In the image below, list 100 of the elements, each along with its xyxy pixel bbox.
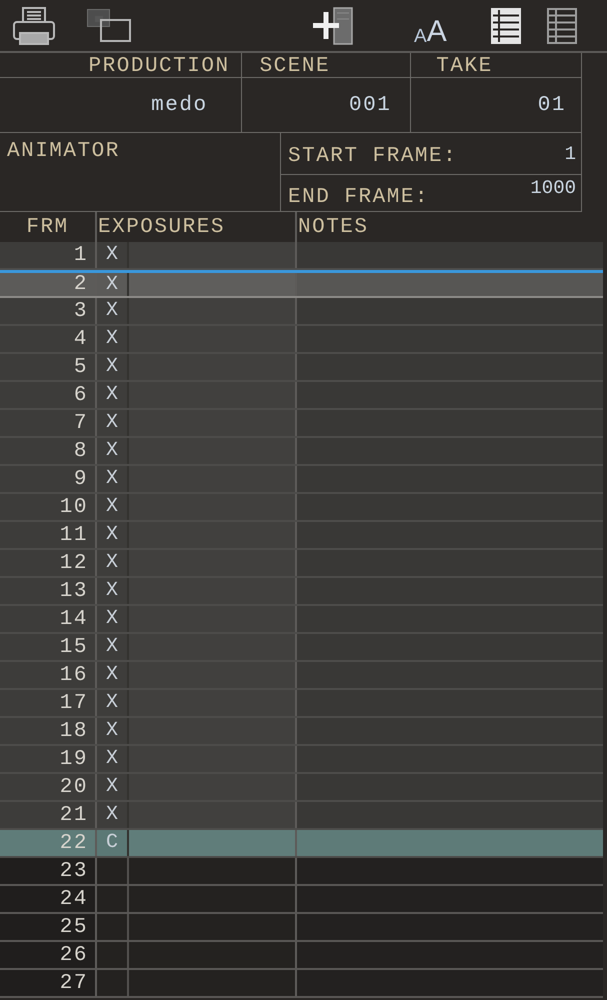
exposure-cell[interactable] — [129, 298, 295, 324]
exposure-mark[interactable]: X — [97, 298, 129, 324]
notes-cell[interactable] — [295, 746, 603, 772]
notes-cell[interactable] — [295, 438, 603, 464]
exposure-mark[interactable]: X — [97, 802, 129, 828]
exposure-cell[interactable] — [129, 522, 295, 548]
exposure-cell[interactable] — [129, 746, 295, 772]
exposure-cell[interactable] — [129, 410, 295, 436]
notes-cell[interactable] — [295, 886, 603, 912]
exposure-mark[interactable]: X — [97, 438, 129, 464]
exposure-cell[interactable] — [97, 970, 129, 996]
exposure-cell[interactable] — [129, 550, 295, 576]
sheet-row[interactable]: 23 — [0, 858, 603, 886]
notes-cell[interactable] — [295, 634, 603, 660]
sheet-row[interactable]: 16 X — [0, 662, 603, 690]
exposure-cell[interactable] — [129, 438, 295, 464]
sheet-row[interactable]: 17 X — [0, 690, 603, 718]
exposure-mark[interactable]: X — [97, 326, 129, 352]
notes-cell[interactable] — [295, 606, 603, 632]
exposure-mark[interactable]: X — [97, 690, 129, 716]
sheet-row[interactable]: 11 X — [0, 522, 603, 550]
notes-cell[interactable] — [295, 802, 603, 828]
sheet-row[interactable]: 26 — [0, 942, 603, 970]
exposure-cell[interactable] — [129, 858, 295, 884]
exposure-cell[interactable] — [97, 886, 129, 912]
exposure-cell[interactable] — [129, 578, 295, 604]
sheet-row[interactable]: 7 X — [0, 410, 603, 438]
exposure-cell[interactable] — [129, 354, 295, 380]
exposure-mark[interactable]: X — [97, 578, 129, 604]
exposure-cell[interactable] — [129, 830, 295, 856]
exposure-cell[interactable] — [129, 970, 295, 996]
exposure-cell[interactable] — [129, 466, 295, 492]
sheet-row[interactable]: 8 X — [0, 438, 603, 466]
notes-cell[interactable] — [295, 718, 603, 744]
notes-cell[interactable] — [295, 774, 603, 800]
sheet-row[interactable]: 3 X — [0, 298, 603, 326]
exposure-cell[interactable] — [129, 382, 295, 408]
exposure-mark[interactable]: X — [97, 382, 129, 408]
sheet-row[interactable]: 6 X — [0, 382, 603, 410]
text-size-button[interactable]: AA — [414, 10, 447, 46]
exposure-cell[interactable] — [129, 886, 295, 912]
exposure-mark[interactable]: X — [97, 410, 129, 436]
sheet-row[interactable]: 15 X — [0, 634, 603, 662]
add-column-button[interactable] — [313, 6, 353, 44]
exposure-cell[interactable] — [129, 242, 295, 268]
exposure-mark[interactable]: X — [97, 242, 129, 268]
exposure-cell[interactable] — [129, 634, 295, 660]
exposure-cell[interactable] — [97, 914, 129, 940]
notes-cell[interactable] — [295, 354, 603, 380]
print-button[interactable] — [13, 6, 55, 44]
sheet-row[interactable]: 1 X — [0, 242, 603, 270]
notes-cell[interactable] — [295, 942, 603, 968]
notes-cell[interactable] — [295, 242, 603, 268]
notes-cell[interactable] — [295, 326, 603, 352]
exposure-mark[interactable]: X — [97, 718, 129, 744]
exposure-cell[interactable] — [129, 802, 295, 828]
exposure-cell[interactable] — [129, 606, 295, 632]
sheet-row[interactable]: 10 X — [0, 494, 603, 522]
exposure-cell[interactable] — [129, 662, 295, 688]
notes-cell[interactable] — [295, 914, 603, 940]
notes-cell[interactable] — [295, 382, 603, 408]
sheet-row[interactable]: 18 X — [0, 718, 603, 746]
notes-cell[interactable] — [295, 830, 603, 856]
sheet-row[interactable]: 12 X — [0, 550, 603, 578]
notes-cell[interactable] — [295, 970, 603, 996]
exposure-cell[interactable] — [129, 774, 295, 800]
exposure-cell[interactable] — [129, 914, 295, 940]
notes-cell[interactable] — [295, 662, 603, 688]
table-view-button[interactable] — [490, 8, 521, 44]
exposure-mark[interactable]: X — [97, 466, 129, 492]
exposure-mark[interactable]: X — [97, 634, 129, 660]
exposure-cell[interactable] — [129, 690, 295, 716]
exposure-cell[interactable] — [129, 718, 295, 744]
notes-cell[interactable] — [295, 522, 603, 548]
exposure-cell[interactable] — [129, 942, 295, 968]
sheet-row[interactable]: 4 X — [0, 326, 603, 354]
table-view-button[interactable] — [546, 8, 577, 44]
notes-cell[interactable] — [295, 273, 603, 296]
notes-cell[interactable] — [295, 298, 603, 324]
sheet-row[interactable]: 13 X — [0, 578, 603, 606]
exposure-mark[interactable]: X — [97, 494, 129, 520]
exposure-cell[interactable] — [129, 326, 295, 352]
notes-cell[interactable] — [295, 494, 603, 520]
sheet-row[interactable]: 2 X — [0, 270, 603, 298]
notes-cell[interactable] — [295, 578, 603, 604]
exposure-cell[interactable] — [129, 494, 295, 520]
notes-cell[interactable] — [295, 466, 603, 492]
exposure-mark[interactable]: X — [97, 522, 129, 548]
sheet-row[interactable]: 5 X — [0, 354, 603, 382]
exposure-mark[interactable]: X — [97, 774, 129, 800]
exposure-cell[interactable] — [97, 942, 129, 968]
exposure-mark[interactable]: X — [97, 273, 129, 296]
sheet-row[interactable]: 14 X — [0, 606, 603, 634]
exposure-mark[interactable]: X — [97, 662, 129, 688]
exposure-mark[interactable]: X — [97, 550, 129, 576]
sheet-row[interactable]: 9 X — [0, 466, 603, 494]
notes-cell[interactable] — [295, 410, 603, 436]
window-button[interactable] — [87, 9, 131, 42]
sheet-row[interactable]: 21 X — [0, 802, 603, 830]
exposure-mark[interactable]: X — [97, 606, 129, 632]
